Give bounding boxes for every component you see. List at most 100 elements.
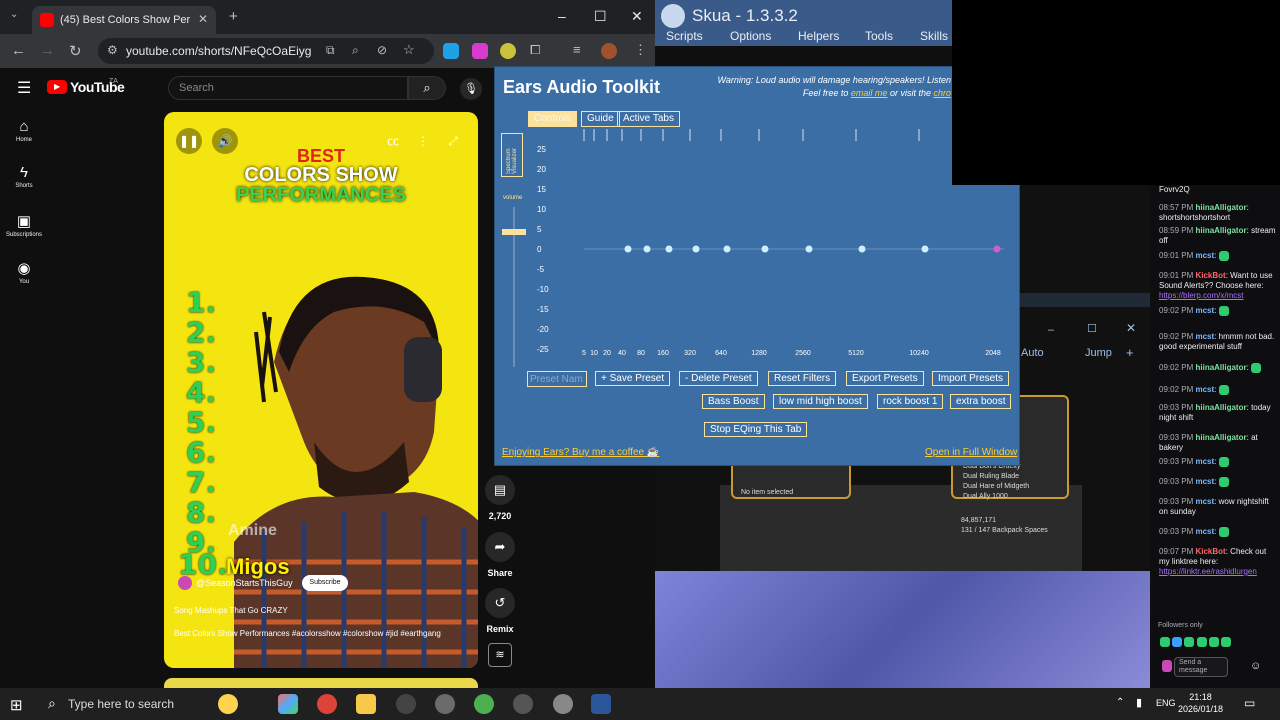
tab-active-tabs[interactable]: Active Tabs: [617, 111, 680, 127]
emote-icon[interactable]: [1160, 637, 1170, 647]
preset-name-input[interactable]: [527, 371, 587, 387]
browser-tab[interactable]: (45) Best Colors Show Perfo ✕: [32, 6, 216, 34]
reset-filters-button[interactable]: Reset Filters: [768, 371, 837, 386]
media-control-icon[interactable]: ≡: [573, 42, 581, 57]
shorts-video-player[interactable]: BEST COLORS SHOW PERFORMANCES 1. 2. 3. 4…: [164, 112, 478, 668]
eq-band-handle[interactable]: [805, 245, 813, 253]
site-info-icon[interactable]: ⚙: [107, 43, 118, 57]
chat-username[interactable]: mcst: [1195, 385, 1214, 394]
video-description[interactable]: Best Colors Show Performances #acolorssh…: [174, 628, 464, 640]
emote-picker-icon[interactable]: ☺: [1250, 660, 1261, 672]
chat-link[interactable]: https://blerp.com/x/mcst: [1159, 291, 1243, 300]
share-button[interactable]: ➦ Share: [482, 532, 518, 578]
tab-search-icon[interactable]: ⌄: [10, 9, 18, 20]
subscribe-button[interactable]: Subscribe: [302, 575, 348, 591]
chat-username[interactable]: hiinaAlligator: [1195, 226, 1246, 235]
menu-options[interactable]: Options: [730, 29, 771, 43]
sidebar-item-subscriptions[interactable]: ▣ Subscriptions: [4, 212, 44, 238]
settings-app-icon[interactable]: [513, 694, 533, 714]
install-app-icon[interactable]: ⧉: [326, 43, 335, 58]
tray-chevron-icon[interactable]: ⌃: [1116, 697, 1124, 708]
minimize-game-icon[interactable]: –: [1048, 324, 1054, 336]
profile-avatar[interactable]: [601, 43, 617, 59]
new-tab-icon[interactable]: +: [229, 8, 238, 25]
next-video-preview[interactable]: [164, 678, 478, 688]
chat-input[interactable]: Send a message: [1174, 657, 1228, 677]
inventory-item[interactable]: Dual Hare of Midgeth: [963, 483, 1029, 490]
chat-username[interactable]: KickBot: [1195, 547, 1225, 556]
search-input[interactable]: Search: [168, 76, 408, 100]
jump-button[interactable]: Jump: [1085, 347, 1112, 359]
clock[interactable]: 21:18 2026/01/18: [1178, 691, 1223, 715]
auto-button[interactable]: Auto: [1021, 347, 1044, 359]
export-presets-button[interactable]: Export Presets: [846, 371, 924, 386]
stop-eq-button[interactable]: Stop EQing This Tab: [704, 422, 808, 437]
eq-band-handle[interactable]: [921, 245, 929, 253]
tab-controls[interactable]: Controls: [528, 111, 578, 127]
hamburger-menu-icon[interactable]: ☰: [17, 78, 31, 98]
menu-tools[interactable]: Tools: [865, 29, 893, 43]
voice-search-mic-icon[interactable]: 🎙: [460, 78, 482, 100]
skua-app-icon[interactable]: [553, 694, 573, 714]
add-icon[interactable]: +: [1126, 345, 1134, 360]
video-song[interactable]: Song Mashups That Go CRAZY: [174, 606, 288, 615]
browser-menu-icon[interactable]: ⋮: [634, 42, 647, 58]
obs-app-icon[interactable]: [396, 694, 416, 714]
reload-icon[interactable]: ↻: [69, 42, 82, 60]
chat-username[interactable]: hiinaAlligator: [1195, 433, 1246, 442]
open-full-window-link[interactable]: Open in Full Window: [925, 447, 1017, 458]
emote-row[interactable]: [1160, 637, 1270, 649]
taskbar-search[interactable]: ⌕ Type here to search: [42, 688, 202, 720]
maximize-icon[interactable]: ☐: [594, 8, 607, 25]
email-link[interactable]: email me: [851, 88, 888, 98]
chrome-app-icon[interactable]: [317, 694, 337, 714]
eq-band-handle[interactable]: [665, 245, 673, 253]
eq-band-handle[interactable]: [858, 245, 866, 253]
chat-username[interactable]: mcst: [1195, 306, 1214, 315]
tab-guide[interactable]: Guide: [581, 111, 620, 127]
preset-rock-boost-1[interactable]: rock boost 1: [877, 394, 944, 409]
sidebar-item-home[interactable]: ⌂ Home: [4, 118, 44, 143]
chat-username[interactable]: hiinaAlligator: [1195, 403, 1246, 412]
close-window-icon[interactable]: ✕: [631, 8, 643, 25]
tracking-blocked-icon[interactable]: ⊘: [377, 43, 387, 57]
minimize-icon[interactable]: –: [558, 8, 566, 24]
volume-icon[interactable]: 🔊: [212, 128, 238, 154]
inventory-item[interactable]: Dual Ally 1000: [963, 493, 1008, 500]
emote-icon[interactable]: [1172, 637, 1183, 647]
captions-icon[interactable]: ㏄: [380, 128, 406, 154]
eq-band-handle[interactable]: [624, 245, 632, 253]
comments-button[interactable]: ▤ 2,720: [482, 475, 518, 521]
sparkle-app-icon[interactable]: [218, 694, 238, 714]
chrome-profile-app-icon[interactable]: [474, 694, 494, 714]
chat-username[interactable]: hiinaAlligator: [1195, 203, 1246, 212]
word-app-icon[interactable]: [591, 694, 611, 714]
eq-band-handle[interactable]: [643, 245, 651, 253]
save-preset-button[interactable]: + Save Preset: [595, 371, 671, 386]
emote-icon[interactable]: [1221, 637, 1232, 647]
eq-band-handle[interactable]: [723, 245, 731, 253]
sidebar-item-shorts[interactable]: ϟ Shorts: [4, 164, 44, 189]
forward-icon[interactable]: →: [40, 42, 55, 59]
buy-coffee-link[interactable]: Enjoying Ears? Buy me a coffee ☕: [502, 447, 659, 458]
chat-username[interactable]: mcst: [1195, 497, 1214, 506]
remix-button[interactable]: ↺ Remix: [482, 588, 518, 634]
notifications-icon[interactable]: ▭: [1244, 696, 1255, 710]
bookmark-star-icon[interactable]: ☆: [403, 42, 415, 58]
close-game-icon[interactable]: ✕: [1126, 321, 1136, 335]
preset-low-mid-high-boost[interactable]: low mid high boost: [773, 394, 868, 409]
search-button[interactable]: ⌕: [408, 76, 446, 100]
photos-app-icon[interactable]: [278, 694, 298, 714]
chat-username[interactable]: hiinaAlligator: [1195, 363, 1246, 372]
app-icon[interactable]: [435, 694, 455, 714]
inventory-item[interactable]: Dual Ruling Blade: [963, 473, 1019, 480]
chat-username[interactable]: mcst: [1195, 332, 1214, 341]
preset-extra-boost[interactable]: extra boost: [950, 394, 1012, 409]
address-bar[interactable]: ⚙ youtube.com/shorts/NFeQcOaEiyg ⧉ ⌕ ⊘ ☆: [98, 38, 434, 64]
close-tab-icon[interactable]: ✕: [198, 12, 208, 26]
eq-graph[interactable]: 25 20 15 10 5 0 -5 -10 -15 -20 -25 5 10 20 40 80 160 320 6…: [529, 127, 1009, 367]
delete-preset-button[interactable]: - Delete Preset: [679, 371, 758, 386]
windows-start-icon[interactable]: ⊞: [10, 696, 23, 714]
chat-username[interactable]: mcst: [1195, 527, 1214, 536]
pause-icon[interactable]: ❚❚: [176, 128, 202, 154]
